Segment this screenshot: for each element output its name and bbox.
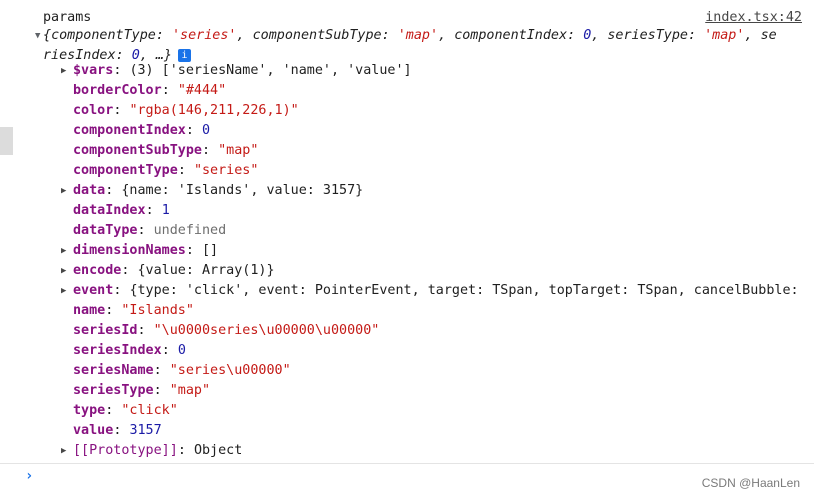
property-key: seriesIndex — [73, 343, 162, 358]
property-value: 0 — [177, 343, 186, 358]
property-separator: : — [113, 63, 130, 78]
property-row: componentIndex: 0 — [73, 121, 210, 141]
property-value: {value: Array(1)} — [137, 263, 275, 278]
property-separator: : — [105, 403, 122, 418]
property-separator: : — [202, 143, 219, 158]
property-separator: : — [153, 363, 170, 378]
property-separator: : — [121, 263, 138, 278]
property-value: "#444" — [177, 83, 227, 98]
log-label: params — [43, 10, 92, 25]
expand-triangle-icon[interactable]: ▶ — [61, 241, 66, 261]
property-key: name — [73, 303, 106, 318]
property-key: componentIndex — [73, 123, 186, 138]
property-value: Object — [193, 443, 243, 458]
property-row: seriesName: "series\u00000" — [73, 361, 291, 381]
info-icon[interactable]: i — [178, 48, 191, 62]
expand-triangle-icon[interactable]: ▶ — [61, 281, 66, 301]
property-row[interactable]: ▶ data: {name: 'Islands', value: 3157} — [61, 181, 364, 201]
property-separator: : — [137, 323, 154, 338]
property-value: "Islands" — [121, 303, 194, 318]
property-key: color — [73, 103, 114, 118]
property-separator: : — [185, 123, 202, 138]
property-value: {type: 'click', event: PointerEvent, tar… — [129, 283, 799, 298]
property-row: dataIndex: 1 — [73, 201, 170, 221]
property-separator: : — [161, 83, 178, 98]
property-value: undefined — [153, 223, 227, 238]
property-key: dimensionNames — [73, 243, 186, 258]
property-separator: : — [177, 443, 194, 458]
property-value: "\u0000series\u00000\u00000" — [153, 323, 380, 338]
property-value: "map" — [218, 143, 259, 158]
property-key: encode — [73, 263, 122, 278]
property-row: seriesType: "map" — [73, 381, 210, 401]
expand-triangle-icon[interactable]: ▶ — [61, 61, 66, 81]
property-row: componentSubType: "map" — [73, 141, 258, 161]
property-row[interactable]: ▶ encode: {value: Array(1)} — [61, 261, 275, 281]
property-separator: : — [113, 283, 130, 298]
gutter-highlight — [0, 127, 13, 155]
property-value: [] — [202, 243, 219, 258]
source-link[interactable]: index.tsx:42 — [705, 8, 802, 27]
property-key: $vars — [73, 63, 114, 78]
property-value: "rgba(146,211,226,1)" — [129, 103, 299, 118]
property-key: event — [73, 283, 114, 298]
property-separator: : — [105, 183, 122, 198]
property-row: name: "Islands" — [73, 301, 194, 321]
property-key: seriesName — [73, 363, 154, 378]
property-key: componentType — [73, 163, 178, 178]
property-value: 0 — [202, 123, 211, 138]
property-separator: : — [185, 243, 202, 258]
property-value: (3) ['seriesName', 'name', 'value'] — [129, 63, 412, 78]
property-key: type — [73, 403, 106, 418]
property-separator: : — [177, 163, 194, 178]
property-row[interactable]: ▶ [[Prototype]]: Object — [61, 441, 243, 461]
property-row: borderColor: "#444" — [73, 81, 226, 101]
property-value: "series\u00000" — [169, 363, 291, 378]
property-separator: : — [161, 343, 178, 358]
property-key: componentSubType — [73, 143, 202, 158]
property-separator: : — [113, 103, 130, 118]
property-value: 1 — [161, 203, 170, 218]
console-prompt[interactable]: › — [0, 463, 814, 500]
property-key: value — [73, 423, 114, 438]
property-separator: : — [113, 423, 130, 438]
object-summary[interactable]: ▼ {componentType: 'series', componentSub… — [35, 26, 813, 66]
property-row[interactable]: ▶ event: {type: 'click', event: PointerEv… — [61, 281, 799, 301]
property-row: componentType: "series" — [73, 161, 258, 181]
property-row[interactable]: ▶ $vars: (3) ['seriesName', 'name', 'valu… — [61, 61, 412, 81]
property-value: "map" — [169, 383, 211, 398]
property-separator: : — [153, 383, 170, 398]
prompt-caret-icon: › — [25, 468, 34, 484]
property-row: color: "rgba(146,211,226,1)" — [73, 101, 299, 121]
property-row: dataType: undefined — [73, 221, 226, 241]
property-key: dataType — [73, 223, 138, 238]
property-row: seriesIndex: 0 — [73, 341, 186, 361]
property-value: {name: 'Islands', value: 3157} — [121, 183, 364, 198]
property-key: dataIndex — [73, 203, 146, 218]
property-row: value: 3157 — [73, 421, 162, 441]
expand-triangle-icon[interactable]: ▶ — [61, 261, 66, 281]
property-row[interactable]: ▶ dimensionNames: [] — [61, 241, 219, 261]
property-separator: : — [137, 223, 154, 238]
property-key: data — [73, 183, 106, 198]
property-separator: : — [105, 303, 122, 318]
property-key: [[Prototype]] — [73, 443, 178, 458]
property-key: seriesType — [73, 383, 154, 398]
property-row: type: "click" — [73, 401, 178, 421]
property-separator: : — [145, 203, 162, 218]
watermark: CSDN @HaanLen — [701, 476, 800, 490]
property-key: borderColor — [73, 83, 162, 98]
expand-triangle-icon[interactable]: ▶ — [61, 441, 66, 461]
expand-triangle-icon[interactable]: ▶ — [61, 181, 66, 201]
property-key: seriesId — [73, 323, 138, 338]
property-value: "series" — [193, 163, 259, 178]
property-value: "click" — [121, 403, 178, 418]
property-row: seriesId: "\u0000series\u00000\u00000" — [73, 321, 379, 341]
property-value: 3157 — [129, 423, 162, 438]
collapse-triangle-icon[interactable]: ▼ — [35, 26, 40, 46]
